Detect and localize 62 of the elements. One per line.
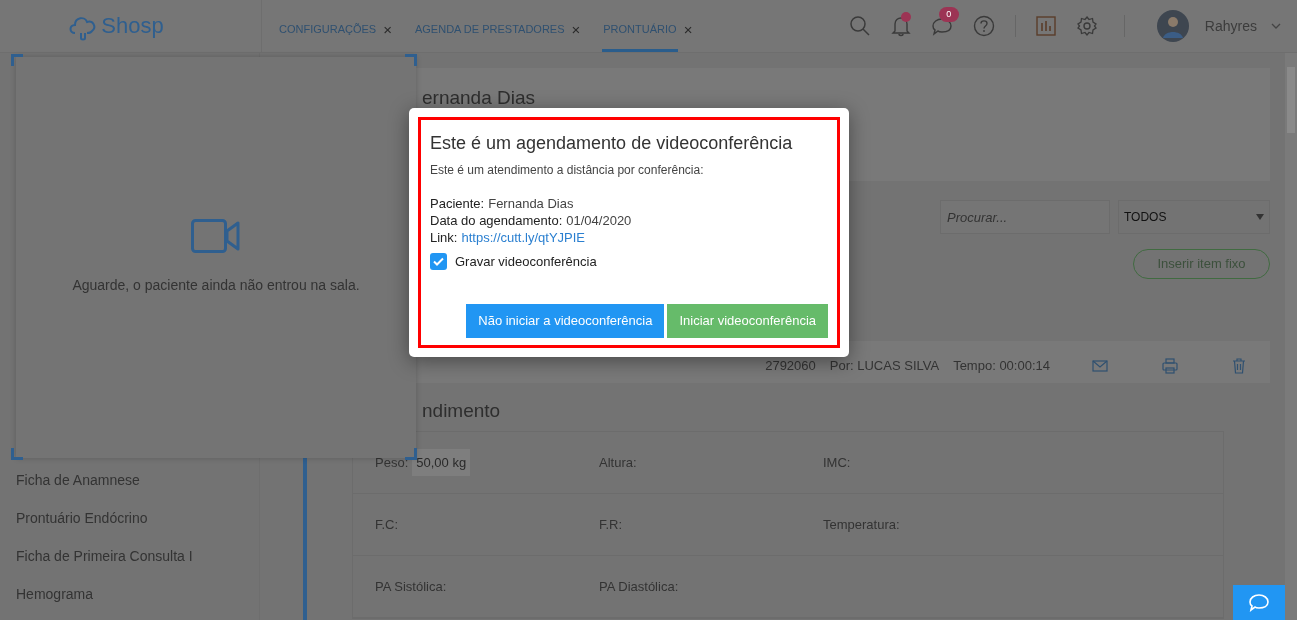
record-id: 2792060 [765, 357, 816, 376]
record-author: Por: LUCAS SILVA [829, 357, 940, 376]
vital-label: F.C: [375, 515, 399, 534]
tab-close[interactable]: × [571, 19, 581, 42]
field-label: Data do agendamento: [430, 212, 563, 229]
field-label: Link: [430, 229, 458, 246]
frame-corner-icon [11, 448, 23, 460]
avatar-icon[interactable] [1156, 10, 1189, 42]
logo-text: Shosp [101, 15, 164, 37]
start-button[interactable]: Iniciar videoconferência [667, 304, 828, 338]
tab[interactable]: PRONTUÁRIO [602, 10, 678, 52]
filter-select[interactable]: TODOS [1118, 200, 1270, 234]
meeting-link[interactable]: https://cutt.ly/qtYJPIE [461, 229, 586, 246]
checkbox-label: Gravar videoconferência [455, 253, 597, 271]
field-value: Fernanda Dias [488, 195, 574, 212]
mail-icon[interactable] [1092, 360, 1108, 372]
vital-label: Peso: [375, 453, 409, 472]
sidebar-item[interactable]: Prontuário Endócrino [0, 499, 259, 537]
settings-icon[interactable] [1075, 15, 1098, 37]
print-icon[interactable] [1162, 358, 1178, 374]
vital-label: Altura: [599, 453, 637, 472]
check-icon [433, 257, 444, 267]
user-name[interactable]: Rahyres [1204, 15, 1257, 37]
tab-close[interactable]: × [383, 19, 392, 42]
vital-label: PA Diastólica: [599, 577, 679, 596]
vital-value: 50,00 kg [412, 448, 471, 477]
chat-button[interactable] [1233, 585, 1285, 620]
field-value: 01/04/2020 [566, 212, 632, 229]
sidebar-item[interactable]: Hemograma [0, 575, 259, 613]
message-badge: 0 [938, 7, 959, 22]
modal-title: Este é um agendamento de videoconferência [430, 132, 794, 155]
vital-label: PA Sistólica: [375, 577, 447, 596]
vital-label: IMC: [823, 453, 851, 472]
trash-icon[interactable] [1232, 358, 1246, 374]
video-camera-icon [191, 219, 241, 253]
chat-icon [1248, 592, 1270, 613]
bar-chart-icon[interactable] [1035, 16, 1056, 36]
help-icon[interactable] [972, 15, 995, 37]
frame-corner-icon [405, 448, 417, 460]
bell-icon[interactable] [890, 15, 911, 37]
patient-name: ernanda Dias [422, 87, 536, 108]
tab-close[interactable]: × [683, 19, 693, 42]
record-checkbox[interactable] [430, 253, 447, 271]
waiting-message: Aguarde, o paciente ainda não entrou na sala. [72, 276, 360, 295]
search-icon[interactable] [848, 15, 871, 37]
scrollbar[interactable] [1285, 53, 1297, 620]
tab[interactable]: CONFIGURAÇÕES [278, 10, 378, 52]
frame-corner-icon [405, 54, 417, 66]
field-label: Paciente: [430, 195, 485, 212]
chevron-down-icon[interactable] [1271, 23, 1281, 29]
frame-corner-icon [11, 54, 23, 66]
sidebar-item[interactable]: Ficha de Primeira Consulta I [0, 537, 259, 575]
tab[interactable]: AGENDA DE PRESTADORES [413, 10, 566, 52]
search-field[interactable]: Procurar... [940, 200, 1110, 234]
dropdown-arrow-icon [1256, 214, 1264, 220]
cancel-button[interactable]: Não iniciar a videoconferência [466, 304, 665, 338]
vital-label: Temperatura: [823, 515, 900, 534]
section-title: ndimento [421, 399, 502, 423]
modal-subtitle: Este é um atendimento a distância por conferência: [430, 162, 705, 179]
vital-label: F.R: [599, 515, 623, 534]
sidebar-item[interactable]: Ficha de Anamnese [0, 461, 259, 499]
record-time: Tempo: 00:00:14 [953, 357, 1050, 376]
